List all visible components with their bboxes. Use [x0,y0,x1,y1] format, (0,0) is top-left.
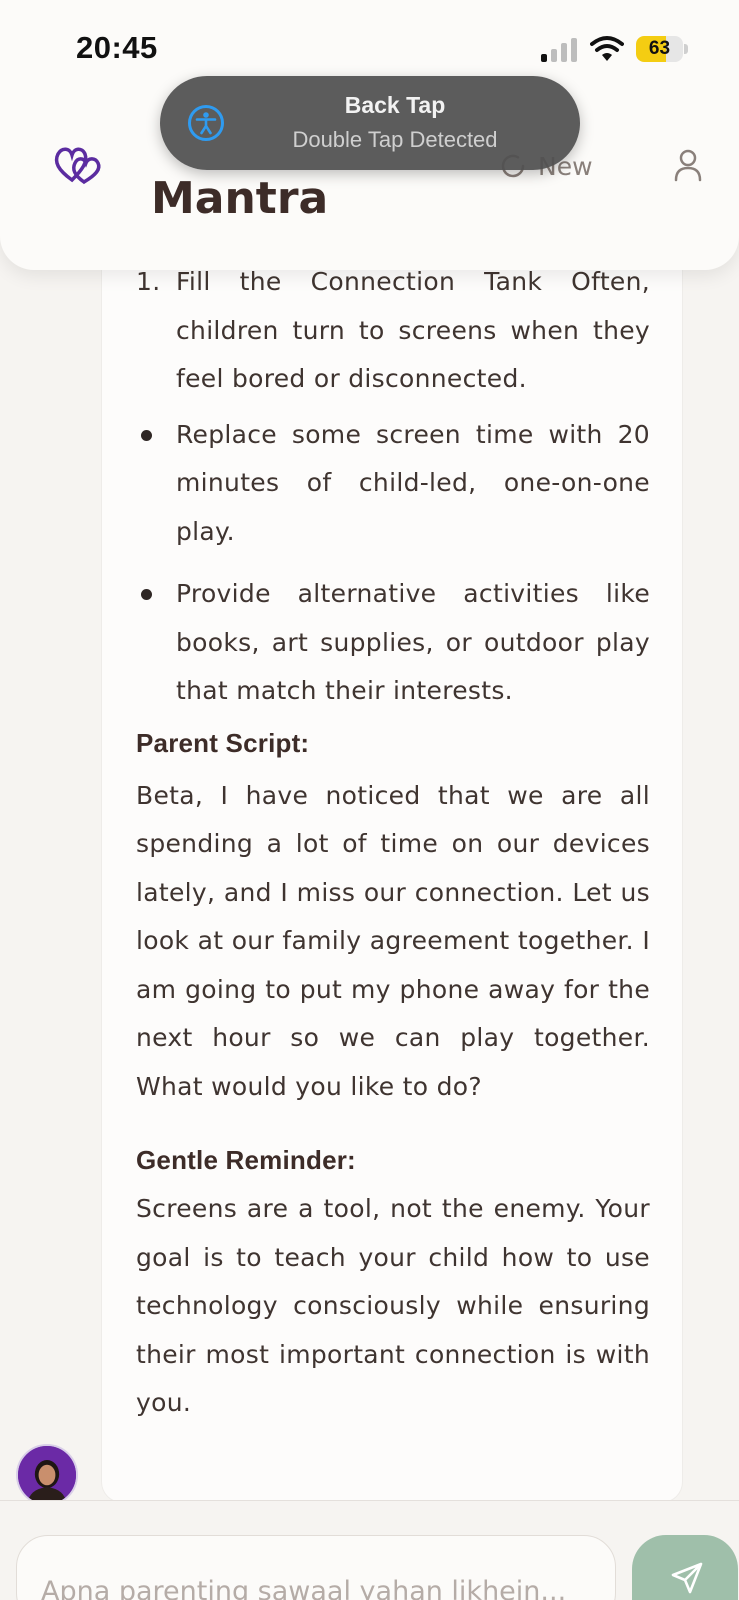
back-tap-notification: Back Tap Double Tap Detected [160,76,580,170]
parent-script-text: Beta, I have noticed that we are all spe… [136,780,650,1101]
list-item-text: Fill the Connection Tank Often, children… [176,267,650,393]
parent-script-title: Parent Script: [136,727,310,758]
message-content: 1. Fill the Connection Tank Often, child… [136,258,650,1428]
battery-indicator: 63 [636,36,688,62]
numbered-list-item: 1. Fill the Connection Tank Often, child… [136,258,650,404]
cellular-signal-icon [541,38,577,62]
message-input[interactable] [16,1535,616,1600]
send-button[interactable] [632,1535,738,1600]
bullet-item: Replace some screen time with 20 minutes… [136,411,650,557]
app-title-text: Mantra [151,173,329,224]
gentle-reminder-title: Gentle Reminder: [136,1145,356,1175]
wifi-icon [590,36,624,61]
bullet-text: Provide alternative activities like book… [176,579,650,705]
send-icon [671,1562,703,1594]
accessibility-icon [188,105,224,141]
banner-subtitle: Double Tap Detected [292,127,498,152]
bullet-item: Provide alternative activities like book… [136,570,650,716]
gentle-reminder-text: Screens are a tool, not the enemy. Your … [136,1194,650,1417]
bullet-dot [141,589,152,600]
composer-bar [0,1500,739,1600]
status-time: 20:45 [76,30,158,65]
bullet-text: Replace some screen time with 20 minutes… [176,419,650,546]
bullet-list: Replace some screen time with 20 minutes… [136,411,650,716]
avatar-image [18,1446,76,1504]
assistant-avatar [16,1444,78,1506]
banner-title: Back Tap [344,92,446,118]
battery-percentage: 63 [648,38,671,59]
heart-logo-icon[interactable] [52,142,104,186]
bullet-dot [141,429,152,441]
profile-icon[interactable] [672,148,704,182]
